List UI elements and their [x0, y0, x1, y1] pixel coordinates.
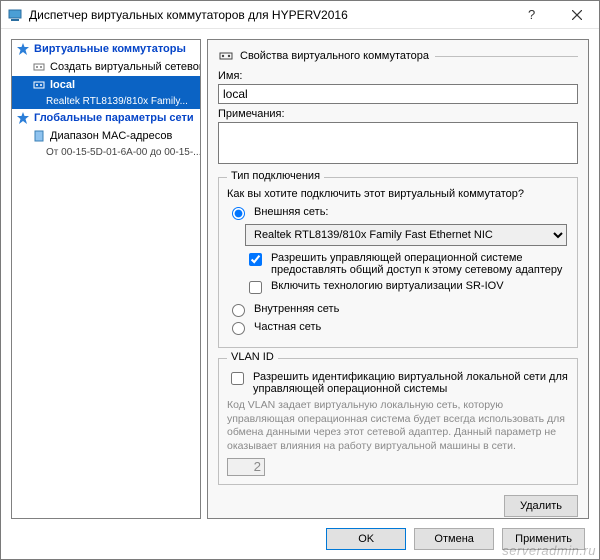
- window-frame: Диспетчер виртуальных коммутаторов для H…: [0, 0, 600, 560]
- help-button[interactable]: ?: [511, 1, 555, 29]
- close-button[interactable]: [555, 1, 599, 29]
- right-properties-pane: Свойства виртуального коммутатора Имя: П…: [207, 39, 589, 519]
- divider: [435, 56, 578, 57]
- window-title: Диспетчер виртуальных коммутаторов для H…: [29, 8, 511, 22]
- titlebar: Диспетчер виртуальных коммутаторов для H…: [1, 1, 599, 29]
- app-icon: [7, 7, 23, 23]
- radio-private[interactable]: Частная сеть: [227, 321, 569, 335]
- name-label: Имя:: [218, 70, 578, 82]
- apply-button[interactable]: Применить: [502, 528, 585, 550]
- radio-external[interactable]: Внешняя сеть:: [227, 206, 569, 220]
- tree-item-mac-range-value: От 00-15-5D-01-6A-00 до 00-15-...: [12, 145, 200, 160]
- vlan-title: VLAN ID: [227, 351, 278, 363]
- check-allow-mgmt[interactable]: Разрешить управляющей операционной систе…: [245, 252, 569, 276]
- connection-type-group: Тип подключения Как вы хотите подключить…: [218, 177, 578, 348]
- nic-select[interactable]: Realtek RTL8139/810x Family Fast Etherne…: [245, 224, 567, 246]
- tree-item-mac-range[interactable]: Диапазон MAC-адресов: [12, 127, 200, 145]
- tree-item-selected-switch[interactable]: local Realtek RTL8139/810x Family...: [12, 76, 200, 109]
- check-vlan-enable[interactable]: Разрешить идентификацию виртуальной лока…: [227, 371, 569, 395]
- star-icon: [16, 42, 30, 56]
- tree-section-virtual-switches[interactable]: Виртуальные коммутаторы: [12, 40, 200, 58]
- switch-props-icon: [218, 48, 234, 64]
- notes-label: Примечания:: [218, 108, 578, 120]
- delete-button[interactable]: Удалить: [504, 495, 578, 517]
- tree-item-new-switch[interactable]: Создать виртуальный сетевой к...: [12, 58, 200, 76]
- tree-section-global[interactable]: Глобальные параметры сети: [12, 109, 200, 127]
- name-input[interactable]: [218, 84, 578, 104]
- check-sriov[interactable]: Включить технологию виртуализации SR-IOV: [245, 280, 569, 297]
- vlan-group: VLAN ID Разрешить идентификацию виртуаль…: [218, 358, 578, 485]
- section-header: Свойства виртуального коммутатора: [218, 48, 578, 64]
- dialog-footer: OK Отмена Применить: [1, 519, 599, 559]
- radio-internal[interactable]: Внутренняя сеть: [227, 303, 569, 317]
- vlan-description: Код VLAN задает виртуальную локальную се…: [227, 399, 569, 454]
- svg-text:?: ?: [528, 8, 535, 22]
- notes-textarea[interactable]: [218, 122, 578, 164]
- switch-icon: [32, 60, 46, 74]
- vlan-id-input: [227, 458, 265, 476]
- star-icon: [16, 111, 30, 125]
- cancel-button[interactable]: Отмена: [414, 528, 494, 550]
- connection-question: Как вы хотите подключить этот виртуальны…: [227, 188, 569, 200]
- content-area: Виртуальные коммутаторы Создать виртуаль…: [1, 29, 599, 519]
- switch-selected-icon: [32, 78, 46, 92]
- mac-icon: [32, 129, 46, 143]
- ok-button[interactable]: OK: [326, 528, 406, 550]
- connection-type-title: Тип подключения: [227, 170, 324, 182]
- left-tree-pane: Виртуальные коммутаторы Создать виртуаль…: [11, 39, 201, 519]
